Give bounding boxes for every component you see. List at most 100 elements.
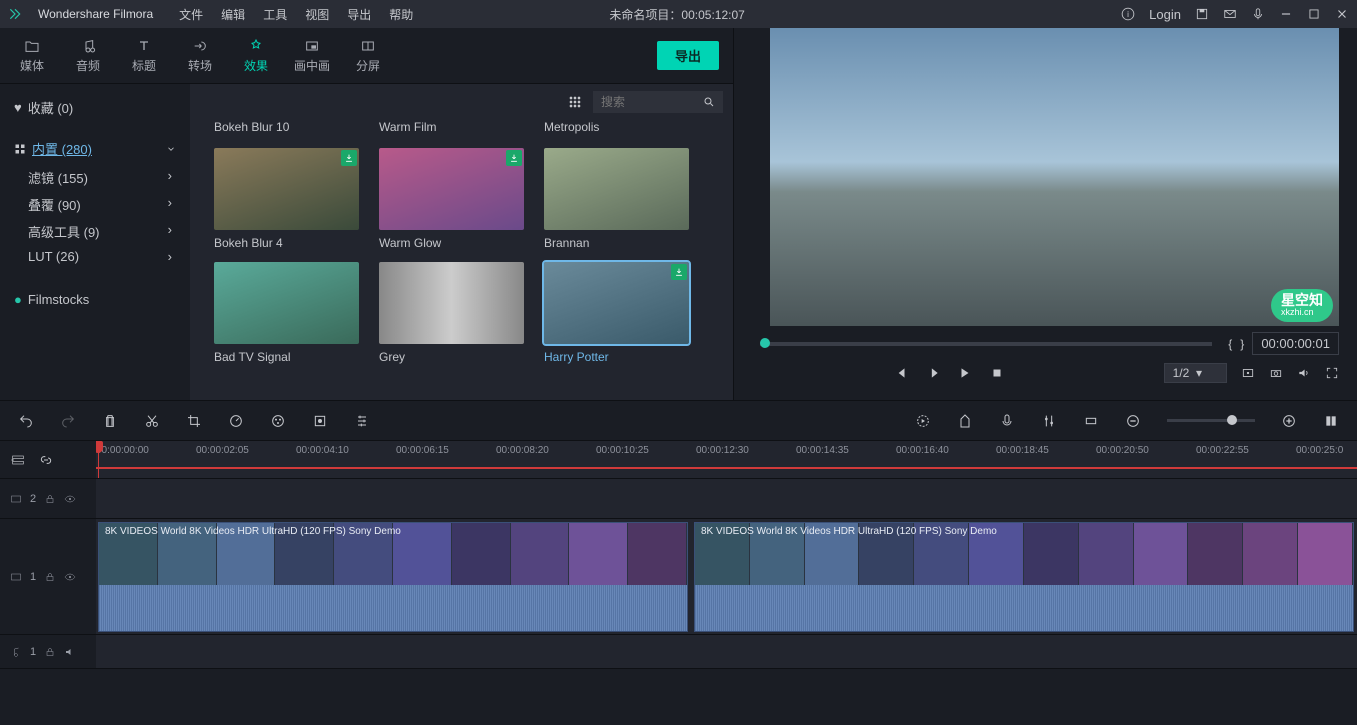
mark-in[interactable]: { bbox=[1228, 337, 1232, 351]
sidebar-builtin[interactable]: 内置 (280) bbox=[0, 133, 190, 164]
search-input[interactable] bbox=[593, 91, 703, 113]
effect-thumb[interactable] bbox=[379, 262, 524, 344]
track-body-a1[interactable] bbox=[96, 635, 1357, 668]
sidebar-filmstocks[interactable]: Filmstocks bbox=[0, 282, 190, 317]
green-screen-icon[interactable] bbox=[312, 413, 328, 429]
mixer-icon[interactable] bbox=[1041, 413, 1057, 429]
ruler-tick: 00:00:16:40 bbox=[896, 445, 996, 456]
minimize-icon[interactable] bbox=[1279, 7, 1293, 21]
preview-scrubber[interactable] bbox=[760, 342, 1212, 346]
info-icon[interactable]: i bbox=[1121, 7, 1135, 21]
volume-icon[interactable] bbox=[1297, 366, 1311, 380]
tab-media[interactable]: 媒体 bbox=[4, 38, 60, 74]
mark-out[interactable]: } bbox=[1240, 337, 1244, 351]
effects-icon bbox=[248, 38, 264, 54]
link-icon[interactable] bbox=[38, 452, 54, 468]
effect-thumb[interactable] bbox=[379, 148, 524, 230]
undo-icon[interactable] bbox=[18, 413, 34, 429]
track-body-v2[interactable] bbox=[96, 479, 1357, 518]
preview-pane: 星空知xkzhi.cn { } 00:00:00:01 1/2 ▾ bbox=[734, 28, 1357, 400]
lock-icon[interactable] bbox=[44, 646, 56, 658]
eye-icon[interactable] bbox=[64, 571, 76, 583]
mic-icon[interactable] bbox=[1251, 7, 1265, 21]
mail-icon[interactable] bbox=[1223, 7, 1237, 21]
marker-icon[interactable] bbox=[957, 413, 973, 429]
sidebar-item-filters[interactable]: 滤镜 (155)› bbox=[28, 164, 190, 191]
next-frame-icon[interactable] bbox=[958, 366, 972, 380]
zoom-out-icon[interactable] bbox=[1125, 413, 1141, 429]
play-icon[interactable] bbox=[926, 366, 940, 380]
delete-icon[interactable] bbox=[102, 413, 118, 429]
menu-file[interactable]: 文件 bbox=[179, 6, 203, 23]
effect-card[interactable]: Bokeh Blur 4 bbox=[214, 148, 359, 250]
zoom-in-icon[interactable] bbox=[1281, 413, 1297, 429]
color-icon[interactable] bbox=[270, 413, 286, 429]
speaker-icon[interactable] bbox=[64, 646, 76, 658]
login-button[interactable]: Login bbox=[1149, 7, 1181, 22]
speed-icon[interactable] bbox=[228, 413, 244, 429]
track-head-v2: 2 bbox=[0, 479, 96, 518]
split-clip-icon[interactable] bbox=[144, 413, 160, 429]
timeline-clip[interactable]: 8K VIDEOS World 8K Videos HDR UltraHD (1… bbox=[694, 522, 1354, 632]
timeline-clip[interactable]: 8K VIDEOS World 8K Videos HDR UltraHD (1… bbox=[98, 522, 688, 632]
effect-card[interactable]: Bad TV Signal bbox=[214, 262, 359, 364]
menu-view[interactable]: 视图 bbox=[305, 6, 329, 23]
effect-card[interactable]: Grey bbox=[379, 262, 524, 364]
crop-icon[interactable] bbox=[186, 413, 202, 429]
effect-thumb[interactable] bbox=[214, 262, 359, 344]
sidebar-item-lut[interactable]: LUT (26)› bbox=[28, 245, 190, 268]
menu-tools[interactable]: 工具 bbox=[263, 6, 287, 23]
lock-icon[interactable] bbox=[44, 493, 56, 505]
eye-icon[interactable] bbox=[64, 493, 76, 505]
tab-pip[interactable]: 画中画 bbox=[284, 38, 340, 74]
app-logo-icon bbox=[8, 7, 22, 21]
menu-edit[interactable]: 编辑 bbox=[221, 6, 245, 23]
effect-thumb[interactable] bbox=[544, 148, 689, 230]
effect-card[interactable]: Harry Potter bbox=[544, 262, 689, 364]
maximize-icon[interactable] bbox=[1307, 7, 1321, 21]
sidebar-favorites[interactable]: 收藏 (0) bbox=[0, 92, 190, 123]
effect-label: Warm Film bbox=[379, 120, 524, 134]
fullscreen-icon[interactable] bbox=[1325, 366, 1339, 380]
redo-icon[interactable] bbox=[60, 413, 76, 429]
sidebar-item-overlays[interactable]: 叠覆 (90)› bbox=[28, 191, 190, 218]
adjust-icon[interactable] bbox=[354, 413, 370, 429]
lock-icon[interactable] bbox=[44, 571, 56, 583]
transition-icon bbox=[192, 38, 208, 54]
ruler-tick: 00:00:10:25 bbox=[596, 445, 696, 456]
preview-frame[interactable]: 星空知xkzhi.cn bbox=[770, 28, 1339, 326]
close-icon[interactable] bbox=[1335, 7, 1349, 21]
render-icon[interactable] bbox=[915, 413, 931, 429]
tab-titles[interactable]: 标题 bbox=[116, 38, 172, 74]
save-icon[interactable] bbox=[1195, 7, 1209, 21]
timeline-zoom-slider[interactable] bbox=[1167, 419, 1255, 422]
add-track-icon[interactable] bbox=[10, 452, 26, 468]
track-body-v1[interactable]: 8K VIDEOS World 8K Videos HDR UltraHD (1… bbox=[96, 519, 1357, 634]
tab-splitscreen[interactable]: 分屏 bbox=[340, 38, 396, 74]
effect-thumb[interactable] bbox=[214, 148, 359, 230]
download-icon[interactable] bbox=[671, 264, 687, 280]
grid-view-icon[interactable] bbox=[567, 94, 583, 110]
effect-thumb[interactable] bbox=[544, 262, 689, 344]
tab-transitions[interactable]: 转场 bbox=[172, 38, 228, 74]
prev-frame-icon[interactable] bbox=[894, 366, 908, 380]
voiceover-icon[interactable] bbox=[999, 413, 1015, 429]
quality-icon[interactable] bbox=[1241, 366, 1255, 380]
timeline-ruler[interactable]: 00:00:00:0000:00:02:0500:00:04:1000:00:0… bbox=[96, 441, 1357, 478]
sidebar-item-advanced[interactable]: 高级工具 (9)› bbox=[28, 218, 190, 245]
zoom-fit-icon[interactable] bbox=[1083, 413, 1099, 429]
download-icon[interactable] bbox=[506, 150, 522, 166]
menu-export[interactable]: 导出 bbox=[347, 6, 371, 23]
snapshot-icon[interactable] bbox=[1269, 366, 1283, 380]
effect-card[interactable]: Brannan bbox=[544, 148, 689, 250]
timeline-settings-icon[interactable] bbox=[1323, 413, 1339, 429]
menu-help[interactable]: 帮助 bbox=[389, 6, 413, 23]
export-button[interactable]: 导出 bbox=[657, 41, 719, 70]
effect-card[interactable]: Warm Glow bbox=[379, 148, 524, 250]
preview-zoom-select[interactable]: 1/2 ▾ bbox=[1164, 363, 1227, 383]
tab-audio[interactable]: 音频 bbox=[60, 38, 116, 74]
tab-effects[interactable]: 效果 bbox=[228, 38, 284, 74]
download-icon[interactable] bbox=[341, 150, 357, 166]
search-icon[interactable] bbox=[703, 96, 715, 108]
stop-icon[interactable] bbox=[990, 366, 1004, 380]
